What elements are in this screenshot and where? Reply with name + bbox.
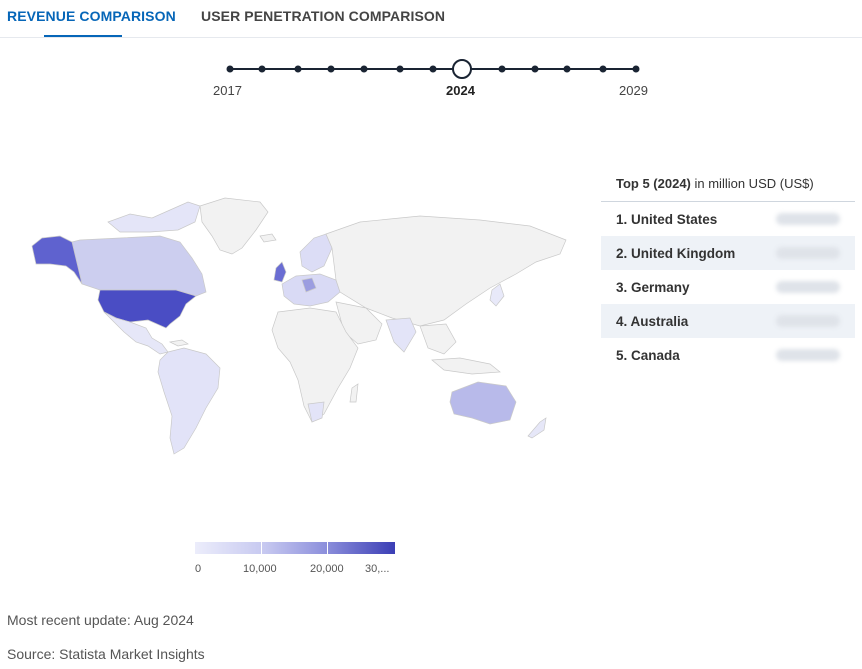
top5-title: Top 5 (2024) in million USD (US$) (601, 168, 855, 201)
country-japan[interactable] (489, 283, 505, 307)
top5-title-year: Top 5 (2024) (616, 176, 691, 191)
top5-country-label: 1. United States (616, 211, 718, 227)
legend-gradient-bar (195, 542, 395, 554)
top5-country-label: 5. Canada (616, 347, 680, 363)
timeline-dot-2027[interactable] (563, 65, 571, 73)
country-madagascar[interactable] (349, 383, 359, 403)
country-iceland[interactable] (259, 233, 277, 243)
timeline-dot-2028[interactable] (599, 65, 607, 73)
most-recent-update: Most recent update: Aug 2024 (7, 612, 194, 628)
country-arctic-canada[interactable] (107, 201, 201, 233)
top5-value-blurred (776, 349, 840, 361)
top5-country-label: 3. Germany (616, 279, 690, 295)
timeline-dot-2023[interactable] (429, 65, 437, 73)
legend-tick-label: 30,... (365, 563, 390, 575)
top5-title-unit: in million USD (US$) (690, 176, 814, 191)
timeline-current-label: 2024 (446, 83, 475, 98)
top5-value-blurred (776, 315, 840, 327)
year-timeline-slider[interactable]: 2017 2024 2029 (0, 52, 862, 112)
source-text: Source: Statista Market Insights (7, 646, 205, 662)
timeline-end-label: 2029 (619, 83, 648, 98)
tab-revenue-comparison[interactable]: REVENUE COMPARISON (7, 8, 176, 24)
list-item[interactable]: 2. United Kingdom (601, 236, 855, 270)
timeline-dot-2029[interactable] (632, 65, 640, 73)
legend-tick-label: 10,000 (243, 563, 277, 575)
timeline-track[interactable] (0, 52, 862, 82)
top5-value-blurred (776, 213, 840, 225)
country-new-zealand[interactable] (527, 417, 547, 439)
list-item[interactable]: 5. Canada (601, 338, 855, 372)
country-caribbean[interactable] (168, 339, 189, 347)
timeline-handle-2024[interactable] (452, 59, 472, 79)
timeline-dot-2026[interactable] (531, 65, 539, 73)
timeline-dot-2019[interactable] (294, 65, 302, 73)
legend-separator (261, 542, 262, 554)
legend-tick-label: 20,000 (310, 563, 344, 575)
country-greenland[interactable] (199, 197, 269, 255)
list-item[interactable]: 1. United States (601, 202, 855, 236)
timeline-dot-2018[interactable] (258, 65, 266, 73)
legend-separator (327, 542, 328, 554)
top5-country-label: 4. Australia (616, 313, 689, 329)
list-item[interactable]: 4. Australia (601, 304, 855, 338)
world-choropleth-map (31, 197, 567, 455)
active-tab-indicator (44, 35, 122, 37)
country-united-kingdom[interactable] (273, 261, 287, 283)
top5-value-blurred (776, 281, 840, 293)
country-australia[interactable] (449, 381, 517, 425)
timeline-dot-2020[interactable] (327, 65, 335, 73)
country-canada[interactable] (71, 235, 207, 297)
country-india[interactable] (385, 317, 417, 353)
top5-country-label: 2. United Kingdom (616, 245, 736, 261)
timeline-dot-2025[interactable] (498, 65, 506, 73)
legend-tick-label: 0 (195, 563, 202, 575)
country-united-states[interactable] (97, 289, 197, 329)
country-southeast-asia[interactable] (419, 323, 457, 355)
top5-value-blurred (776, 247, 840, 259)
color-scale-legend: 0 10,000 20,000 30,... (195, 542, 395, 575)
timeline-dot-2022[interactable] (396, 65, 404, 73)
list-item[interactable]: 3. Germany (601, 270, 855, 304)
tab-user-penetration-comparison[interactable]: USER PENETRATION COMPARISON (201, 8, 445, 24)
timeline-start-label: 2017 (213, 83, 242, 98)
top5-list: 1. United States 2. United Kingdom 3. Ge… (601, 201, 855, 372)
timeline-dot-2017[interactable] (226, 65, 234, 73)
timeline-dot-2021[interactable] (360, 65, 368, 73)
country-south-america[interactable] (157, 347, 221, 455)
country-indonesia[interactable] (431, 357, 501, 375)
tab-bar: REVENUE COMPARISON USER PENETRATION COMP… (0, 0, 862, 38)
country-scandinavia[interactable] (299, 233, 333, 273)
top5-panel: Top 5 (2024) in million USD (US$) 1. Uni… (601, 168, 855, 372)
